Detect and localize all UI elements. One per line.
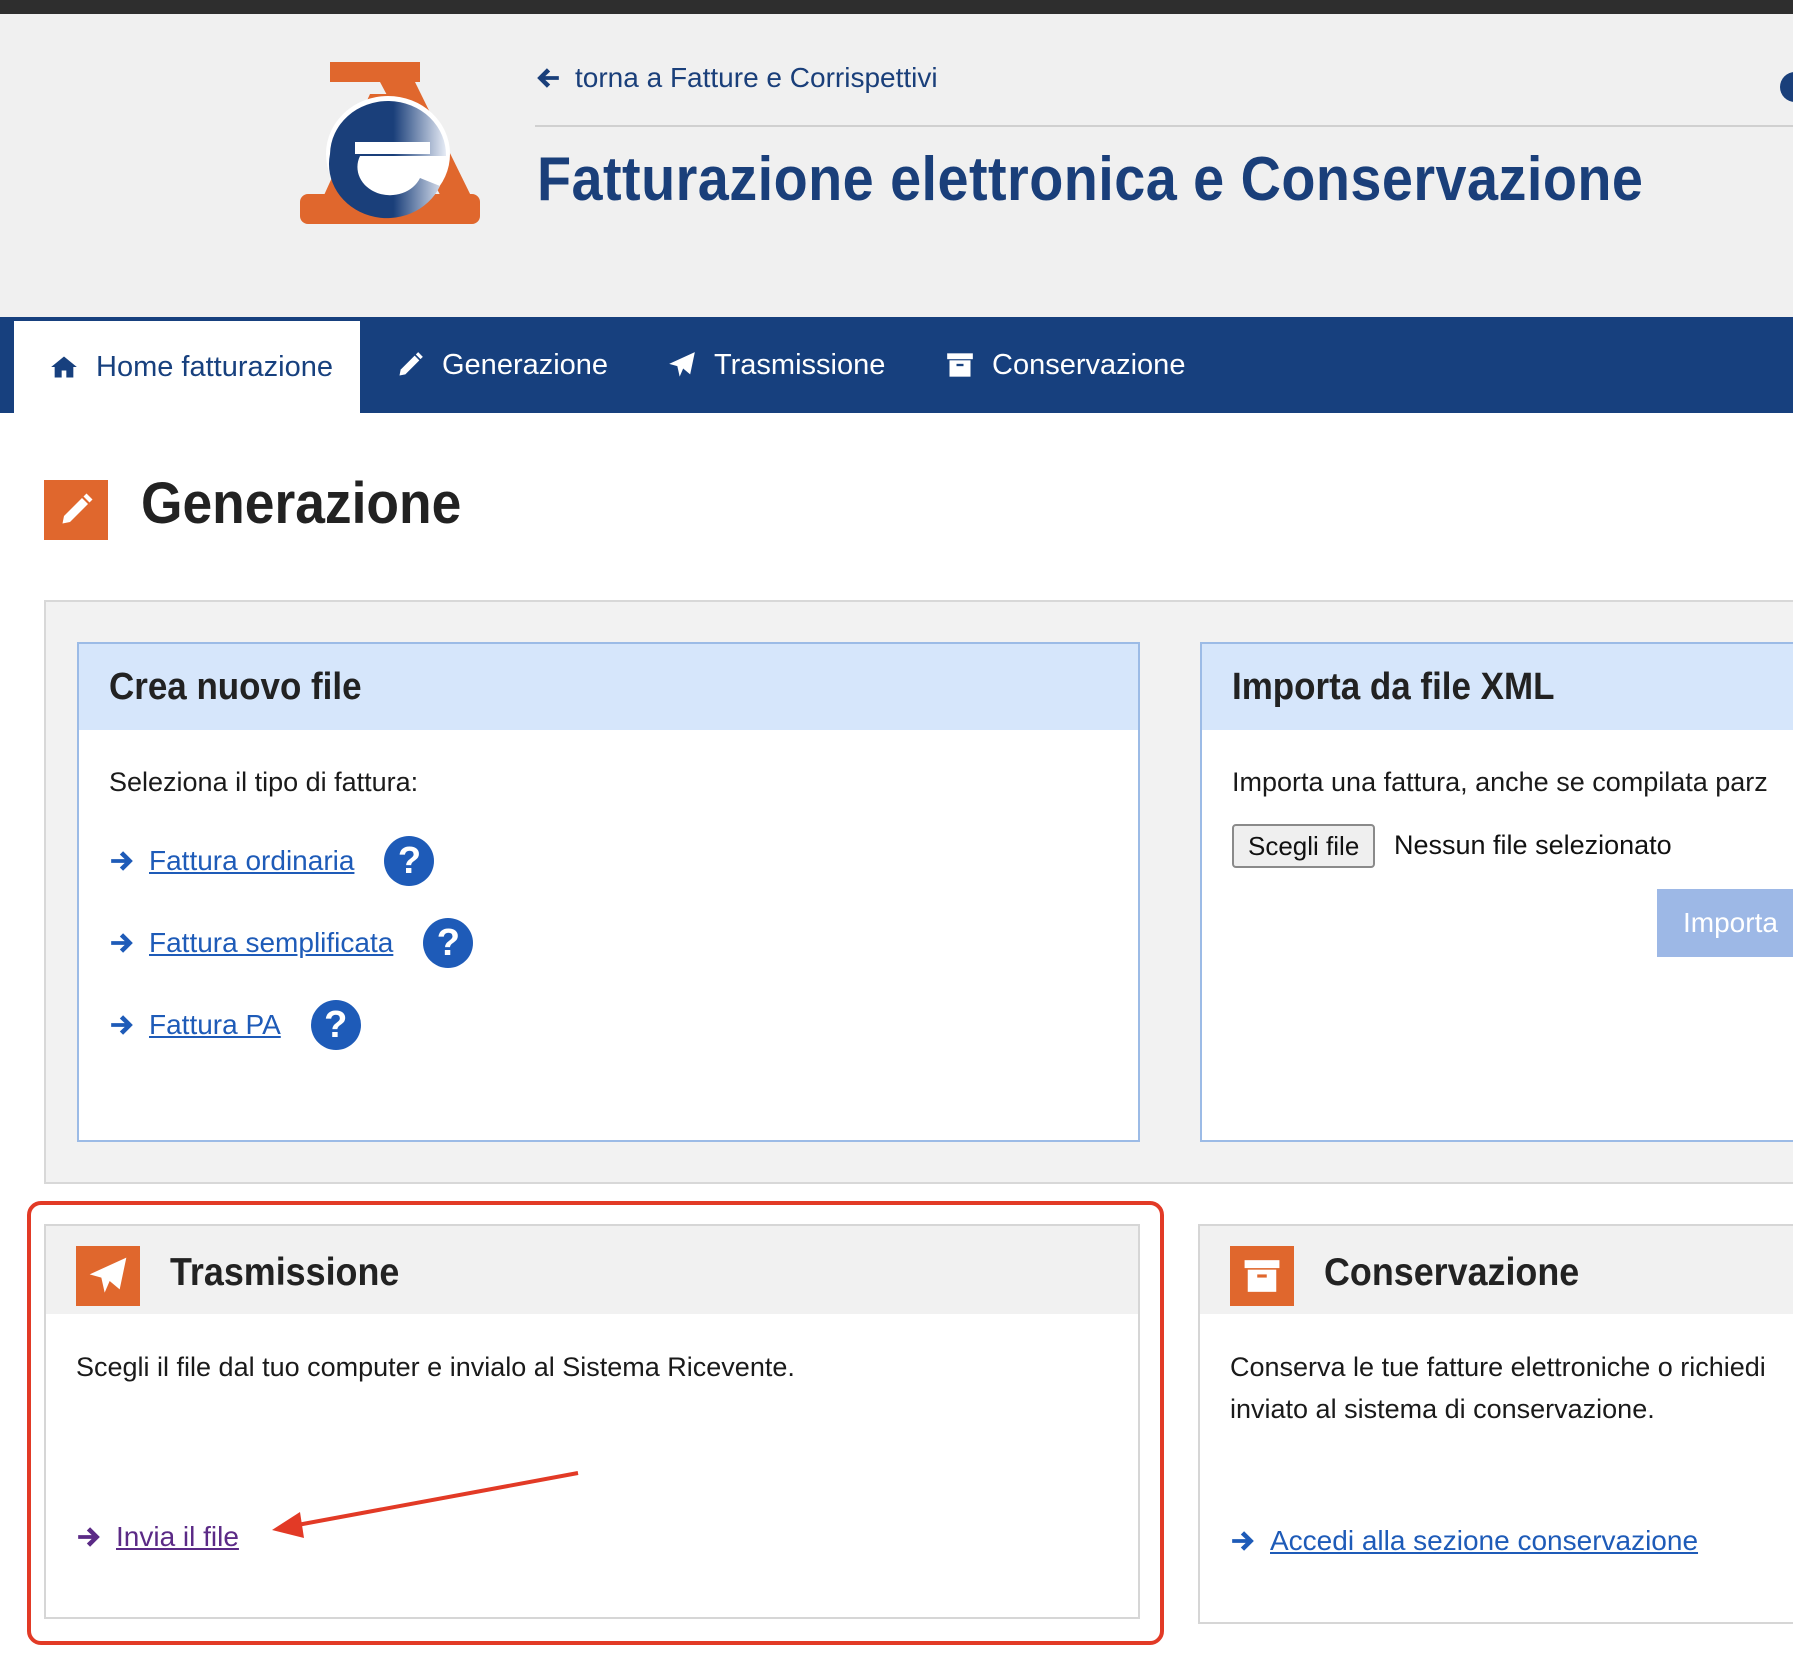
archive-icon	[1230, 1246, 1294, 1306]
import-button[interactable]: Importa	[1657, 889, 1793, 957]
help-icon[interactable]: ?	[384, 836, 435, 886]
arrow-right-icon	[111, 851, 133, 871]
generazione-panel: Crea nuovo file Seleziona il tipo di fat…	[44, 600, 1793, 1184]
nav-trasmissione-label: Trasmissione	[714, 348, 886, 381]
nav-generazione[interactable]: Generazione	[396, 317, 608, 413]
annotation-highlight-box	[27, 1201, 1164, 1645]
nav-home-fatturazione[interactable]: Home fatturazione	[14, 321, 360, 413]
back-link-label: torna a Fatture e Corrispettivi	[575, 62, 938, 93]
nav-trasmissione[interactable]: Trasmissione	[668, 317, 885, 413]
arrow-right-icon	[111, 1015, 133, 1035]
importa-xml-card: Importa da file XML Importa una fattura,…	[1200, 642, 1793, 1142]
accedi-conservazione-row: Accedi alla sezione conservazione	[1230, 1525, 1698, 1557]
accedi-conservazione-link[interactable]: Accedi alla sezione conservazione	[1270, 1525, 1698, 1557]
importa-card-title: Importa da file XML	[1232, 666, 1555, 708]
fattura-semplificata-row: Fattura semplificata ?	[109, 918, 474, 968]
nav-conservazione-label: Conservazione	[992, 348, 1186, 381]
pencil-icon	[399, 352, 423, 376]
nav-generazione-label: Generazione	[442, 348, 609, 381]
crea-card-header: Crea nuovo file	[79, 644, 1138, 730]
conservazione-card-title: Conservazione	[1324, 1251, 1580, 1294]
importa-card-header: Importa da file XML	[1202, 644, 1793, 730]
fattura-ordinaria-link[interactable]: Fattura ordinaria	[149, 845, 354, 877]
crea-card-title: Crea nuovo file	[109, 666, 362, 708]
main-nav: Home fatturazione Generazione Trasmissio…	[0, 317, 1793, 413]
user-menu-icon[interactable]	[1780, 72, 1793, 102]
browser-top-bar	[0, 0, 1793, 14]
help-icon[interactable]: ?	[423, 918, 474, 968]
agenzia-entrate-logo[interactable]	[300, 54, 480, 229]
site-title: Fatturazione elettronica e Conservazione	[537, 145, 1644, 214]
home-icon	[51, 356, 77, 378]
nav-home-label: Home fatturazione	[96, 350, 333, 383]
back-to-fatture-link[interactable]: torna a Fatture e Corrispettivi	[535, 58, 938, 98]
paper-plane-icon	[669, 352, 695, 377]
conservazione-description-line2: inviato al sistema di conservazione.	[1230, 1394, 1655, 1424]
site-header: torna a Fatture e Corrispettivi Fatturaz…	[0, 14, 1793, 317]
crea-prompt: Seleziona il tipo di fattura:	[109, 767, 419, 797]
generazione-pencil-icon	[44, 480, 108, 540]
importa-description: Importa una fattura, anche se compilata …	[1232, 767, 1768, 797]
header-divider	[535, 125, 1793, 127]
fattura-semplificata-link[interactable]: Fattura semplificata	[149, 927, 393, 959]
fattura-ordinaria-row: Fattura ordinaria ?	[109, 836, 435, 886]
conservazione-card-header: Conservazione	[1200, 1226, 1793, 1314]
nav-conservazione[interactable]: Conservazione	[946, 317, 1185, 413]
fattura-pa-link[interactable]: Fattura PA	[149, 1009, 281, 1041]
file-status-text: Nessun file selezionato	[1394, 830, 1672, 860]
arrow-right-icon	[1232, 1531, 1254, 1551]
archive-icon	[947, 353, 973, 377]
conservazione-card: Conservazione Conserva le tue fatture el…	[1198, 1224, 1793, 1624]
arrow-right-icon	[111, 933, 133, 953]
arrow-left-icon	[537, 68, 559, 88]
crea-nuovo-file-card: Crea nuovo file Seleziona il tipo di fat…	[77, 642, 1140, 1142]
page-title: Generazione	[141, 471, 462, 536]
choose-file-button[interactable]: Scegli file	[1232, 824, 1376, 868]
help-icon[interactable]: ?	[310, 1000, 361, 1050]
fattura-pa-row: Fattura PA ?	[109, 1000, 361, 1050]
conservazione-description-line1: Conserva le tue fatture elettroniche o r…	[1230, 1352, 1766, 1382]
